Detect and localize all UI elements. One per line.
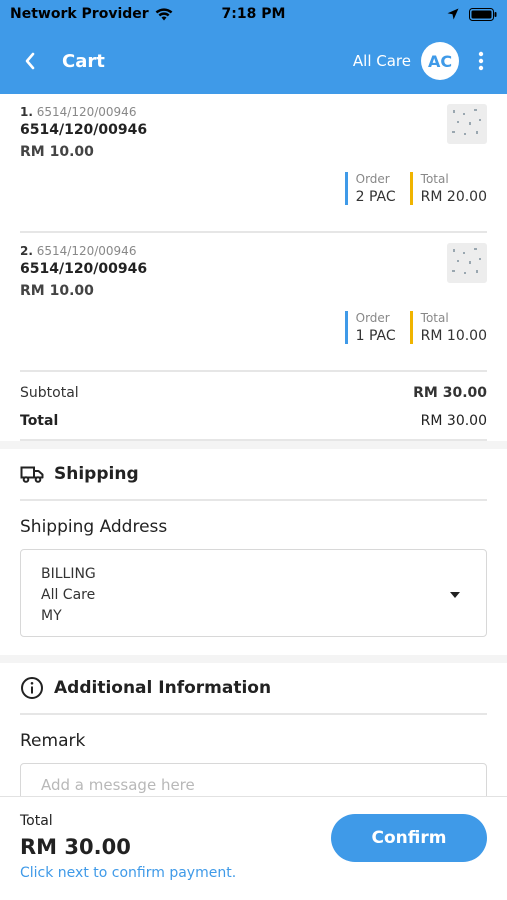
confirm-button[interactable]: Confirm — [331, 814, 487, 862]
order-value: 2 PAC — [355, 189, 396, 205]
shipping-header: Shipping — [20, 449, 487, 501]
confirm-hint: Click next to confirm payment. — [20, 865, 237, 881]
item-price: RM 10.00 — [20, 144, 94, 160]
item-name: 6514/120/00946 — [20, 261, 148, 277]
shipping-address-select[interactable]: BILLING All Care MY — [20, 549, 487, 637]
section-divider — [0, 655, 507, 663]
info-icon — [21, 677, 43, 699]
more-menu-button[interactable] — [473, 51, 489, 71]
carrier-name: Network Provider — [10, 6, 149, 22]
total-value: RM 10.00 — [420, 328, 487, 344]
total-label: Total — [420, 311, 449, 325]
app-bar: Cart All Care AC — [0, 28, 507, 94]
truck-icon — [20, 466, 44, 483]
subtotal-value: RM 30.00 — [413, 385, 487, 401]
product-thumbnail[interactable] — [447, 243, 487, 283]
account-name: All Care — [352, 52, 411, 70]
total-value: RM 20.00 — [420, 189, 487, 205]
more-vertical-icon — [478, 51, 484, 71]
summary-total-label: Total — [20, 413, 59, 429]
product-image-icon — [447, 104, 487, 144]
status-bar: Network Provider 7:18 PM — [0, 0, 507, 28]
carrier: Network Provider — [10, 6, 173, 22]
item-price: RM 10.00 — [20, 283, 94, 299]
address-line: MY — [41, 608, 62, 624]
item-code-line: 2. 6514/120/00946 — [20, 244, 487, 258]
cart-item[interactable]: 2. 6514/120/00946 6514/120/00946 RM 10.0… — [20, 233, 487, 372]
item-name: 6514/120/00946 — [20, 122, 148, 138]
item-total: Total RM 20.00 — [409, 172, 487, 205]
subtotal-row: Subtotal RM 30.00 — [20, 372, 487, 401]
product-thumbnail[interactable] — [447, 104, 487, 144]
subtotal-label: Subtotal — [20, 385, 79, 401]
total-label: Total — [420, 172, 449, 186]
item-stats: Order 2 PAC Total RM 20.00 — [344, 172, 487, 205]
section-divider — [0, 441, 507, 449]
item-stats: Order 1 PAC Total RM 10.00 — [344, 311, 487, 344]
checkout-footer: Total RM 30.00 Click next to confirm pay… — [0, 796, 507, 900]
order-label: Order — [355, 311, 390, 325]
back-button[interactable] — [24, 52, 48, 70]
dropdown-arrow-icon — [450, 592, 460, 598]
item-code: 6514/120/00946 — [36, 244, 137, 258]
shipping-section: Shipping Shipping Address BILLING All Ca… — [0, 449, 507, 637]
cart-item[interactable]: 1. 6514/120/00946 6514/120/00946 RM 10.0… — [20, 94, 487, 233]
status-right — [447, 7, 497, 21]
order-value: 1 PAC — [355, 328, 396, 344]
product-image-icon — [447, 243, 487, 283]
total-row: Total RM 30.00 — [20, 401, 487, 441]
item-index: 1. — [20, 105, 33, 119]
address-line: All Care — [41, 587, 96, 603]
cart-items: 1. 6514/120/00946 6514/120/00946 RM 10.0… — [0, 94, 507, 372]
item-code: 6514/120/00946 — [36, 105, 137, 119]
shipping-title: Shipping — [54, 464, 139, 484]
order-summary: Subtotal RM 30.00 Total RM 30.00 — [0, 372, 507, 441]
remark-label: Remark — [20, 731, 86, 751]
item-index: 2. — [20, 244, 33, 258]
address-line: BILLING — [41, 566, 96, 582]
order-quantity: Order 1 PAC — [344, 311, 396, 344]
page-title: Cart — [62, 50, 105, 72]
battery-icon — [469, 7, 497, 21]
wifi-icon — [155, 7, 173, 20]
item-total: Total RM 10.00 — [409, 311, 487, 344]
additional-info-title: Additional Information — [54, 678, 272, 698]
order-quantity: Order 2 PAC — [344, 172, 396, 205]
location-arrow-icon — [447, 8, 459, 20]
shipping-address-label: Shipping Address — [20, 517, 168, 537]
summary-total-value: RM 30.00 — [420, 413, 487, 429]
avatar[interactable]: AC — [421, 42, 459, 80]
additional-info-section: Additional Information Remark — [0, 663, 507, 807]
chevron-left-icon — [25, 52, 35, 70]
additional-info-header: Additional Information — [20, 663, 487, 715]
order-label: Order — [355, 172, 390, 186]
item-code-line: 1. 6514/120/00946 — [20, 105, 487, 119]
